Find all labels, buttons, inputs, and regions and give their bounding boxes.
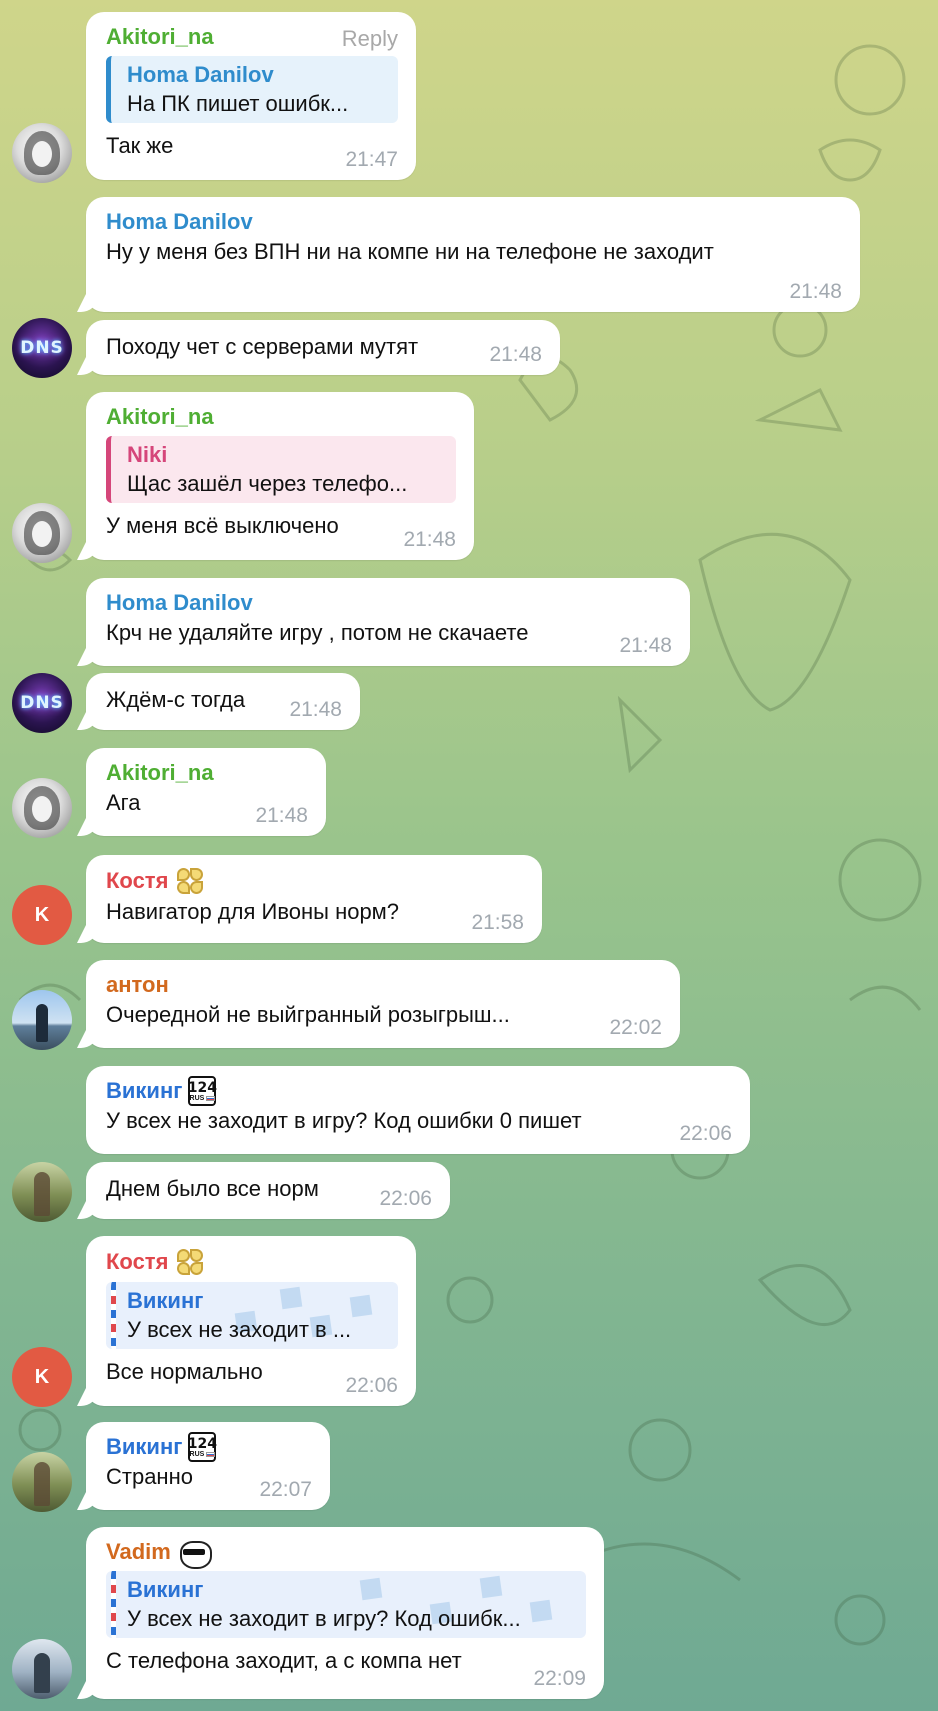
message-text: Очередной не выйгранный розыгрыш... [106, 1002, 510, 1027]
message-text: С телефона заходит, а с компа нет [106, 1648, 462, 1673]
message-time: 21:48 [289, 698, 342, 721]
plate-region: RUS [189, 1450, 205, 1458]
message-bubble[interactable]: Akitori_na Niki Щас зашёл через телефо..… [86, 392, 474, 560]
clover-emoji-icon [174, 1246, 206, 1278]
avatar-kostya[interactable]: K [12, 1347, 72, 1407]
message-text: У всех не заходит в игру? Код ошибки 0 п… [106, 1108, 582, 1133]
quote-text: Щас зашёл через телефо... [127, 471, 408, 496]
reply-quote[interactable]: Homa Danilov На ПК пишет ошибк... [106, 56, 398, 123]
dns-label: DNS [20, 338, 64, 358]
license-plate-emoji-icon: 124 RUS [187, 1076, 218, 1106]
message-bubble[interactable]: Homa Danilov Ну у меня без ВПН ни на ком… [86, 197, 860, 312]
avatar-dns[interactable]: DNS [12, 673, 72, 733]
quote-text: У всех не заходит в ... [127, 1317, 352, 1342]
avatar-viking[interactable] [12, 1452, 72, 1512]
sender-name[interactable]: Викинг 124 RUS [106, 1432, 312, 1462]
message-time: 22:06 [345, 1374, 398, 1397]
sender-name[interactable]: Akitori_na [106, 402, 456, 432]
sender-name[interactable]: Костя [106, 865, 524, 897]
sender-name[interactable]: Костя [106, 1246, 398, 1278]
sender-name[interactable]: Akitori_na [106, 758, 308, 788]
message-bubble[interactable]: Походу чет с серверами мутят 21:48 [86, 320, 560, 375]
quote-author: Викинг [127, 1288, 204, 1313]
sender-name[interactable]: Vadim [106, 1537, 586, 1569]
sender-name-text: Викинг [106, 1434, 183, 1459]
message-time: 21:47 [345, 148, 398, 171]
message-bubble[interactable]: Ждём-с тогда 21:48 [86, 673, 360, 730]
quote-text: У всех не заходит в игру? Код ошибк... [127, 1606, 521, 1631]
sunglasses-cat-emoji-icon [177, 1537, 212, 1569]
quote-author: Homa Danilov [127, 62, 274, 87]
reply-button[interactable]: Reply [342, 26, 398, 52]
sender-name[interactable]: Викинг 124 RUS [106, 1076, 732, 1106]
sender-name-text: Костя [106, 1249, 169, 1274]
sender-name[interactable]: Homa Danilov [106, 588, 672, 618]
reply-quote[interactable]: Викинг У всех не заходит в ... [106, 1282, 398, 1349]
message-time: 21:48 [489, 343, 542, 366]
plate-region: RUS [189, 1094, 205, 1102]
message-time: 21:48 [619, 634, 672, 657]
message-text: Крч не удаляйте игру , потом не скачаете [106, 620, 529, 645]
message-text: Ну у меня без ВПН ни на компе ни на теле… [106, 239, 714, 264]
reply-quote[interactable]: Niki Щас зашёл через телефо... [106, 436, 456, 503]
avatar-vadim[interactable] [12, 1639, 72, 1699]
message-time: 21:48 [403, 528, 456, 551]
message-text: Навигатор для Ивоны норм? [106, 899, 400, 924]
message-bubble[interactable]: Akitori_na Ага 21:48 [86, 748, 326, 836]
license-plate-emoji-icon: 124 RUS [187, 1432, 218, 1462]
quote-author: Викинг [127, 1577, 204, 1602]
avatar-viking[interactable] [12, 1162, 72, 1222]
quote-author: Niki [127, 442, 168, 467]
message-bubble[interactable]: антон Очередной не выйгранный розыгрыш..… [86, 960, 680, 1048]
message-time: 21:48 [255, 804, 308, 827]
sender-name[interactable]: Homa Danilov [106, 207, 842, 237]
sender-name-text: Vadim [106, 1539, 171, 1564]
plate-number: 124 [187, 1435, 218, 1452]
message-bubble[interactable]: Днем было все норм 22:06 [86, 1162, 450, 1219]
message-bubble[interactable]: Викинг 124 RUS Странно 22:07 [86, 1422, 330, 1510]
message-time: 21:48 [789, 280, 842, 303]
message-time: 22:02 [609, 1016, 662, 1039]
message-bubble[interactable]: Викинг 124 RUS У всех не заходит в игру?… [86, 1066, 750, 1154]
message-bubble[interactable]: Vadim Викинг У всех не заходит в игру? К… [86, 1527, 604, 1699]
avatar-akitori[interactable] [12, 123, 72, 183]
message-bubble[interactable]: Akitori_na Reply Homa Danilov На ПК пише… [86, 12, 416, 180]
avatar-kostya[interactable]: K [12, 885, 72, 945]
sender-name[interactable]: антон [106, 970, 662, 1000]
message-time: 22:06 [379, 1187, 432, 1210]
message-time: 21:58 [471, 911, 524, 934]
sender-name-text: Викинг [106, 1078, 183, 1103]
reply-quote[interactable]: Викинг У всех не заходит в игру? Код оши… [106, 1571, 586, 1638]
message-bubble[interactable]: Homa Danilov Крч не удаляйте игру , пото… [86, 578, 690, 666]
dns-label: DNS [20, 693, 64, 713]
avatar-akitori[interactable] [12, 778, 72, 838]
message-bubble[interactable]: Костя Викинг У всех не заходит в ... Все… [86, 1236, 416, 1406]
avatar-dns[interactable]: DNS [12, 318, 72, 378]
message-text: Походу чет с серверами мутят [106, 334, 419, 359]
avatar-anton[interactable] [12, 990, 72, 1050]
avatar-akitori[interactable] [12, 503, 72, 563]
message-time: 22:09 [533, 1667, 586, 1690]
plate-number: 124 [187, 1079, 218, 1096]
message-time: 22:06 [679, 1122, 732, 1145]
message-time: 22:07 [259, 1478, 312, 1501]
message-bubble[interactable]: Костя Навигатор для Ивоны норм? 21:58 [86, 855, 542, 943]
clover-emoji-icon [174, 865, 206, 897]
sender-name-text: Костя [106, 868, 169, 893]
quote-text: На ПК пишет ошибк... [127, 91, 349, 116]
chat-message-list[interactable]: Akitori_na Reply Homa Danilov На ПК пише… [0, 0, 938, 1711]
